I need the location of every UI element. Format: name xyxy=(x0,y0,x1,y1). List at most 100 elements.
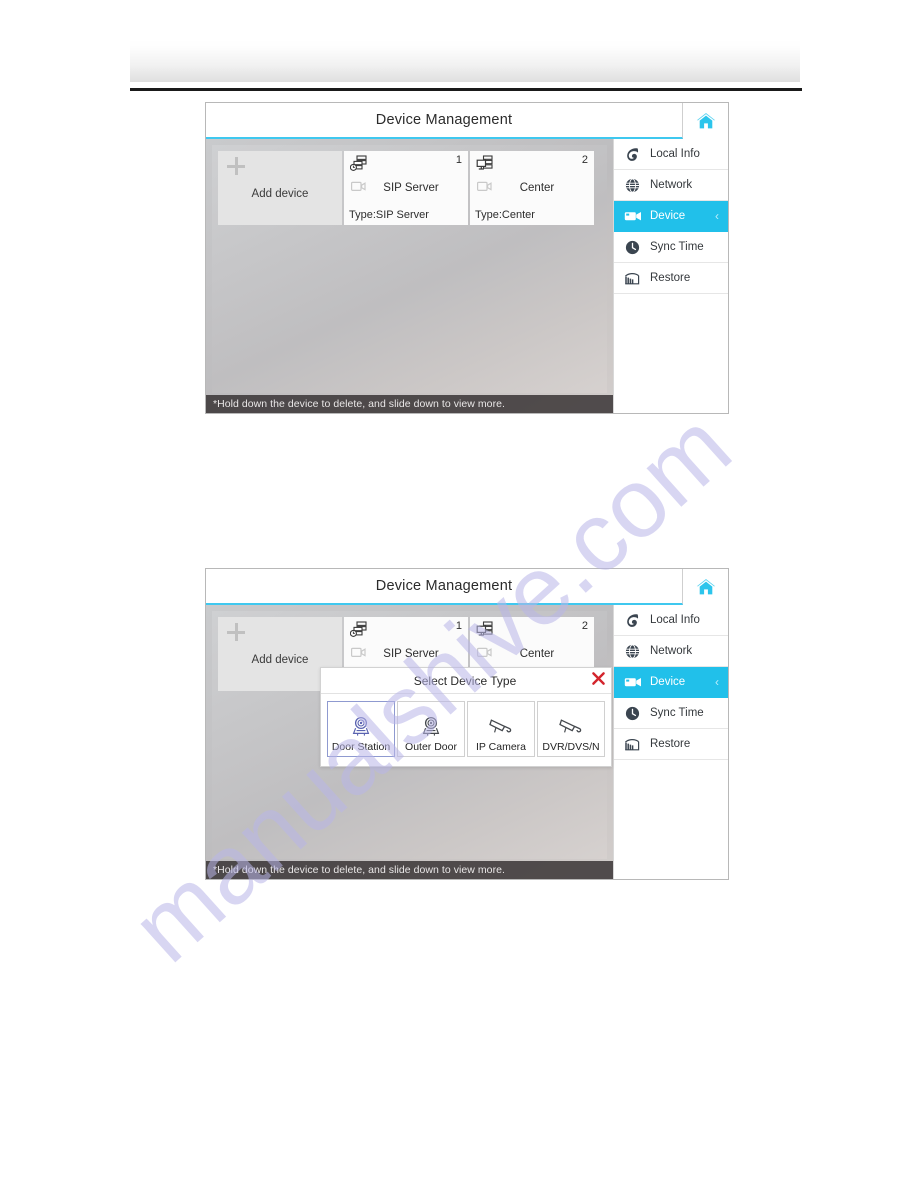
add-device-label: Add device xyxy=(251,654,309,666)
device-index: 2 xyxy=(581,620,588,632)
device-name: Center xyxy=(519,648,555,660)
camera-icon xyxy=(477,179,492,197)
sidebar-item-device[interactable]: Device ‹ xyxy=(614,667,728,698)
camera-icon xyxy=(351,179,366,197)
device-type-label: Outer Door xyxy=(405,741,457,753)
device-type-grid: Door Station Outer Door IP Camera DVR/DV… xyxy=(321,694,611,763)
page-title: Device Management xyxy=(375,112,513,128)
sidebar-item-label: Restore xyxy=(650,272,691,284)
settings-sidebar: Local Info Network Device ‹ Sync Time Re… xyxy=(613,139,728,413)
device-type: Type:SIP Server xyxy=(349,209,429,221)
sidebar-item-device[interactable]: Device ‹ xyxy=(614,201,728,232)
device-type-ip-camera[interactable]: IP Camera xyxy=(467,701,535,757)
sidebar-item-restore[interactable]: Restore xyxy=(614,729,728,760)
add-device-label: Add device xyxy=(251,188,309,200)
device-type-dvr[interactable]: DVR/DVS/N xyxy=(537,701,605,757)
page-title: Device Management xyxy=(375,578,513,594)
ip-camera-icon xyxy=(488,711,514,741)
device-midrow: Center xyxy=(470,643,594,665)
sip-server-icon xyxy=(349,621,369,644)
clock-icon xyxy=(623,704,642,723)
sidebar-item-label: Device xyxy=(650,210,686,222)
sidebar-item-label: Local Info xyxy=(650,148,700,160)
hint-bar: *Hold down the device to delete, and sli… xyxy=(206,395,613,413)
add-device-card[interactable]: Add device xyxy=(218,151,342,225)
sidebar-item-label: Network xyxy=(650,179,693,191)
device-type-door-station[interactable]: Door Station xyxy=(327,701,395,757)
video-camera-icon xyxy=(623,207,642,226)
titlebar: Device Management xyxy=(206,569,728,605)
sidebar-item-label: Device xyxy=(650,676,686,688)
hint-text: *Hold down the device to delete, and sli… xyxy=(213,864,505,876)
device-card-row: Add device xyxy=(218,151,594,225)
sidebar-item-local-info[interactable]: Local Info xyxy=(614,605,728,636)
sidebar-item-label: Network xyxy=(650,645,693,657)
sidebar-item-label: Local Info xyxy=(650,614,700,626)
device-midrow: SIP Server xyxy=(344,177,468,199)
plus-icon xyxy=(227,623,245,641)
device-list-panel: Add device xyxy=(212,145,607,393)
restore-icon xyxy=(623,735,642,754)
titlebar-main: Device Management xyxy=(206,569,683,605)
document-header-rule xyxy=(130,88,802,91)
video-camera-icon xyxy=(623,673,642,692)
hint-bar: *Hold down the device to delete, and sli… xyxy=(206,861,613,879)
device-name: Center xyxy=(519,182,555,194)
settings-sidebar: Local Info Network Device ‹ Sync Time Re… xyxy=(613,605,728,879)
center-server-icon xyxy=(476,621,495,644)
globe-icon xyxy=(623,176,642,195)
dialog-header: Select Device Type xyxy=(321,668,611,694)
sidebar-item-label: Restore xyxy=(650,738,691,750)
device-type-label: DVR/DVS/N xyxy=(542,741,600,753)
sidebar-item-restore[interactable]: Restore xyxy=(614,263,728,294)
device-index: 2 xyxy=(581,154,588,166)
outer-door-icon xyxy=(419,711,443,741)
device-name: SIP Server xyxy=(383,648,439,660)
hint-text: *Hold down the device to delete, and sli… xyxy=(213,398,505,410)
sidebar-item-label: Sync Time xyxy=(650,241,704,253)
globe-icon xyxy=(623,642,642,661)
chevron-left-icon: ‹ xyxy=(715,675,719,689)
home-icon xyxy=(695,577,717,597)
camera-icon xyxy=(477,645,492,663)
local-info-icon xyxy=(623,611,642,630)
clock-icon xyxy=(623,238,642,257)
device-type: Type:Center xyxy=(475,209,535,221)
device-index: 1 xyxy=(455,154,462,166)
camera-icon xyxy=(351,645,366,663)
sidebar-item-network[interactable]: Network xyxy=(614,170,728,201)
device-card[interactable]: 1 SIP Server Type:SIP Server xyxy=(344,151,468,225)
device-card[interactable]: 2 Center Type:Center xyxy=(470,151,594,225)
device-type-outer-door[interactable]: Outer Door xyxy=(397,701,465,757)
titlebar-main: Device Management xyxy=(206,103,683,139)
device-midrow: SIP Server xyxy=(344,643,468,665)
sidebar-item-label: Sync Time xyxy=(650,707,704,719)
restore-icon xyxy=(623,269,642,288)
close-icon xyxy=(591,671,606,691)
door-station-icon xyxy=(349,711,373,741)
device-content-area: Add device xyxy=(206,139,613,413)
home-button[interactable] xyxy=(683,569,728,605)
titlebar: Device Management xyxy=(206,103,728,139)
sidebar-item-local-info[interactable]: Local Info xyxy=(614,139,728,170)
device-index: 1 xyxy=(455,620,462,632)
center-server-icon xyxy=(476,155,495,178)
close-button[interactable] xyxy=(585,671,611,691)
sidebar-item-network[interactable]: Network xyxy=(614,636,728,667)
select-device-type-dialog: Select Device Type Door Station Outer Do… xyxy=(320,667,612,767)
plus-icon xyxy=(227,157,245,175)
sidebar-item-sync-time[interactable]: Sync Time xyxy=(614,698,728,729)
device-name: SIP Server xyxy=(383,182,439,194)
dvr-icon xyxy=(558,711,584,741)
local-info-icon xyxy=(623,145,642,164)
sidebar-item-sync-time[interactable]: Sync Time xyxy=(614,232,728,263)
sip-server-icon xyxy=(349,155,369,178)
screen-body: Add device xyxy=(206,139,728,413)
home-icon xyxy=(695,111,717,131)
chevron-left-icon: ‹ xyxy=(715,209,719,223)
device-midrow: Center xyxy=(470,177,594,199)
dialog-title: Select Device Type xyxy=(413,673,517,688)
device-type-label: IP Camera xyxy=(476,741,526,753)
device-screen-1: Device Management Add device 1 SIP Serve… xyxy=(205,102,729,414)
home-button[interactable] xyxy=(683,103,728,139)
